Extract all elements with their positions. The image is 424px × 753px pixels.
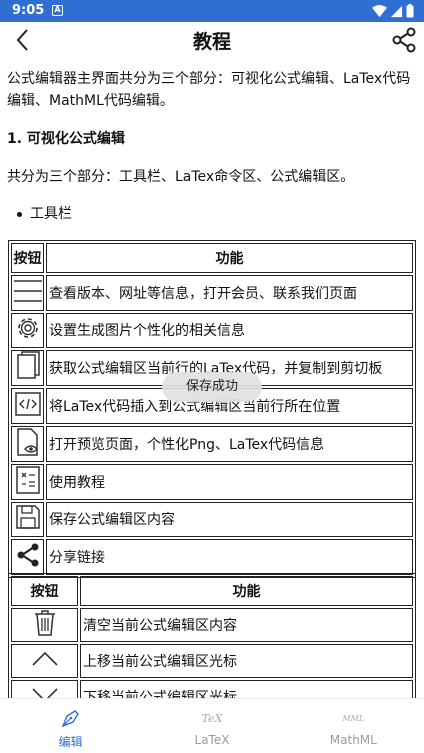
section-heading: 1. 可视化公式编辑: [7, 131, 125, 147]
toast-message: 保存成功: [162, 372, 262, 402]
code-icon: [14, 392, 41, 416]
header-cell-function: 功能: [80, 576, 413, 606]
table-row: 下移当前公式编辑区光标: [11, 680, 413, 698]
table-row: 打开预览页面，个性化Png、LaTex代码信息: [11, 425, 413, 462]
tex-icon: TeX: [201, 711, 223, 725]
function-cell: 查看版本、网址等信息，打开会员、联系我们页面: [46, 275, 413, 311]
icon-cell: [11, 501, 44, 537]
mml-icon: MML: [342, 713, 365, 723]
table-header-row: 按钮 功能: [11, 243, 413, 273]
share-icon: [17, 543, 38, 567]
app-bar: 教程: [0, 22, 424, 58]
intro-paragraph: 公式编辑器主界面共分为三个部分：可视化公式编辑、LaTex代码编辑、MathML…: [7, 71, 411, 109]
bullet-dot: [17, 212, 22, 217]
nav-label-latex: LaTeX: [194, 733, 230, 747]
function-cell: 保存公式编辑区内容: [46, 501, 413, 537]
signal-icon: [390, 5, 403, 17]
gear-icon: [17, 318, 38, 339]
nav-tab-edit[interactable]: 编辑: [0, 699, 141, 753]
save-icon: [15, 505, 40, 529]
icon-cell: [11, 539, 44, 575]
table-row: 查看版本、网址等信息，打开会员、联系我们页面: [11, 275, 413, 311]
header-cell-button: 按钮: [11, 576, 78, 606]
nav-tab-latex[interactable]: TeX LaTeX: [141, 699, 282, 753]
nav-tab-mathml[interactable]: MML MathML: [283, 699, 424, 753]
table-row: 保存公式编辑区内容: [11, 501, 413, 537]
wifi-icon: [372, 4, 387, 17]
battery-icon: [406, 4, 414, 18]
function-cell: 上移当前公式编辑区光标: [80, 644, 413, 678]
table-row: 清空当前公式编辑区内容: [11, 608, 413, 642]
editor-table: 按钮 功能 清空当前公式编辑区内容 上移当前公式编辑区光标 下移当前公式编辑区光…: [8, 573, 416, 698]
icon-cell: [11, 388, 44, 424]
header-cell-function: 功能: [46, 243, 413, 273]
table-row: 设置生成图片个性化的相关信息: [11, 312, 413, 348]
nav-icon-wrap: MML: [342, 707, 364, 729]
preview-icon: [16, 427, 38, 456]
nav-label-edit: 编辑: [58, 735, 83, 749]
icon-cell: [11, 425, 44, 462]
function-cell: 使用教程: [46, 463, 413, 500]
function-cell: 清空当前公式编辑区内容: [80, 608, 413, 642]
bullet-text: 工具栏: [30, 206, 72, 222]
table-row: 上移当前公式编辑区光标: [11, 644, 413, 678]
table-header-row: 按钮 功能: [11, 576, 413, 606]
icon-cell: [11, 644, 78, 678]
nav-icon-wrap: [60, 707, 82, 729]
copy-icon: [16, 351, 40, 379]
icon-cell: [11, 275, 44, 311]
tutorial-icon: [15, 465, 40, 494]
function-cell: 分享链接: [46, 539, 413, 575]
table-row: 使用教程: [11, 463, 413, 500]
pen-nib-icon: [61, 710, 79, 728]
icon-cell: [11, 680, 78, 698]
function-cell: 设置生成图片个性化的相关信息: [46, 312, 413, 348]
chevron-up-icon: [31, 651, 58, 666]
status-bar: 9:05 A: [0, 0, 424, 22]
share-icon: [392, 27, 416, 53]
section-description: 共分为三个部分：工具栏、LaTex命令区、公式编辑区。: [7, 169, 355, 185]
status-time: 9:05: [12, 3, 45, 18]
notification-icon: A: [52, 5, 63, 16]
toolbar-table: 按钮 功能 查看版本、网址等信息，打开会员、联系我们页面 设置生成图片个性化的相…: [8, 240, 416, 578]
table-row: 分享链接: [11, 539, 413, 575]
icon-cell: [11, 312, 44, 348]
share-button[interactable]: [390, 26, 418, 54]
nav-label-mathml: MathML: [329, 733, 377, 747]
header-cell-button: 按钮: [11, 243, 44, 273]
icon-cell: [11, 350, 44, 386]
function-cell: 下移当前公式编辑区光标: [80, 680, 413, 698]
bullet-item: 工具栏: [17, 203, 72, 225]
function-cell: 打开预览页面，个性化Png、LaTex代码信息: [46, 425, 413, 462]
status-icons: [372, 4, 414, 18]
icon-cell: [11, 608, 78, 642]
menu-icon: [13, 279, 42, 302]
page-title: 教程: [192, 31, 231, 53]
trash-icon: [34, 610, 55, 636]
bottom-nav: 编辑 TeX LaTeX MML MathML: [0, 698, 424, 753]
nav-icon-wrap: TeX: [202, 707, 223, 729]
chevron-down-icon: [31, 688, 58, 698]
icon-cell: [11, 463, 44, 500]
